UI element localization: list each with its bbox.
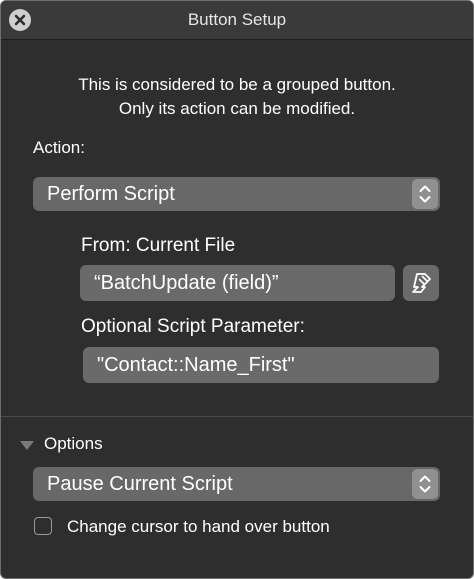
script-name-value: “BatchUpdate (field)” (94, 272, 279, 294)
options-disclosure[interactable] (17, 436, 37, 456)
script-name-field[interactable]: “BatchUpdate (field)” (80, 265, 395, 301)
script-parameter-value: "Contact::Name_First" (97, 354, 295, 376)
script-source-label: From: Current File (81, 235, 236, 256)
script-state-popup[interactable]: Pause Current Script (33, 467, 440, 501)
script-state-stepper (412, 469, 438, 499)
edit-script-button[interactable] (403, 265, 439, 301)
window-title: Button Setup (187, 10, 287, 29)
title-bar[interactable]: Button Setup (1, 1, 473, 40)
action-label: Action: (33, 138, 85, 157)
script-parameter-label: Optional Script Parameter: (81, 316, 305, 337)
script-parameter-field[interactable]: "Contact::Name_First" (83, 347, 439, 383)
message-line-2: Only its action can be modified. (118, 99, 356, 118)
hand-cursor-checkbox-label[interactable]: Change cursor to hand over button (67, 517, 330, 537)
script-edit-icon (412, 273, 431, 293)
action-popup[interactable]: Perform Script (33, 177, 440, 211)
button-setup-panel: Button Setup This is considered to be a … (0, 0, 474, 579)
grouped-button-message: This is considered to be a grouped butto… (21, 73, 453, 121)
options-header[interactable]: Options (44, 434, 103, 454)
hand-cursor-checkbox[interactable] (34, 517, 52, 535)
action-popup-value: Perform Script (47, 183, 175, 205)
up-down-chevron-icon (419, 475, 431, 493)
script-state-value: Pause Current Script (47, 473, 233, 495)
message-line-1: This is considered to be a grouped butto… (78, 75, 396, 94)
action-popup-stepper (412, 179, 438, 209)
up-down-chevron-icon (419, 185, 431, 203)
section-divider (1, 416, 473, 417)
disclosure-triangle-down-icon (20, 441, 34, 450)
